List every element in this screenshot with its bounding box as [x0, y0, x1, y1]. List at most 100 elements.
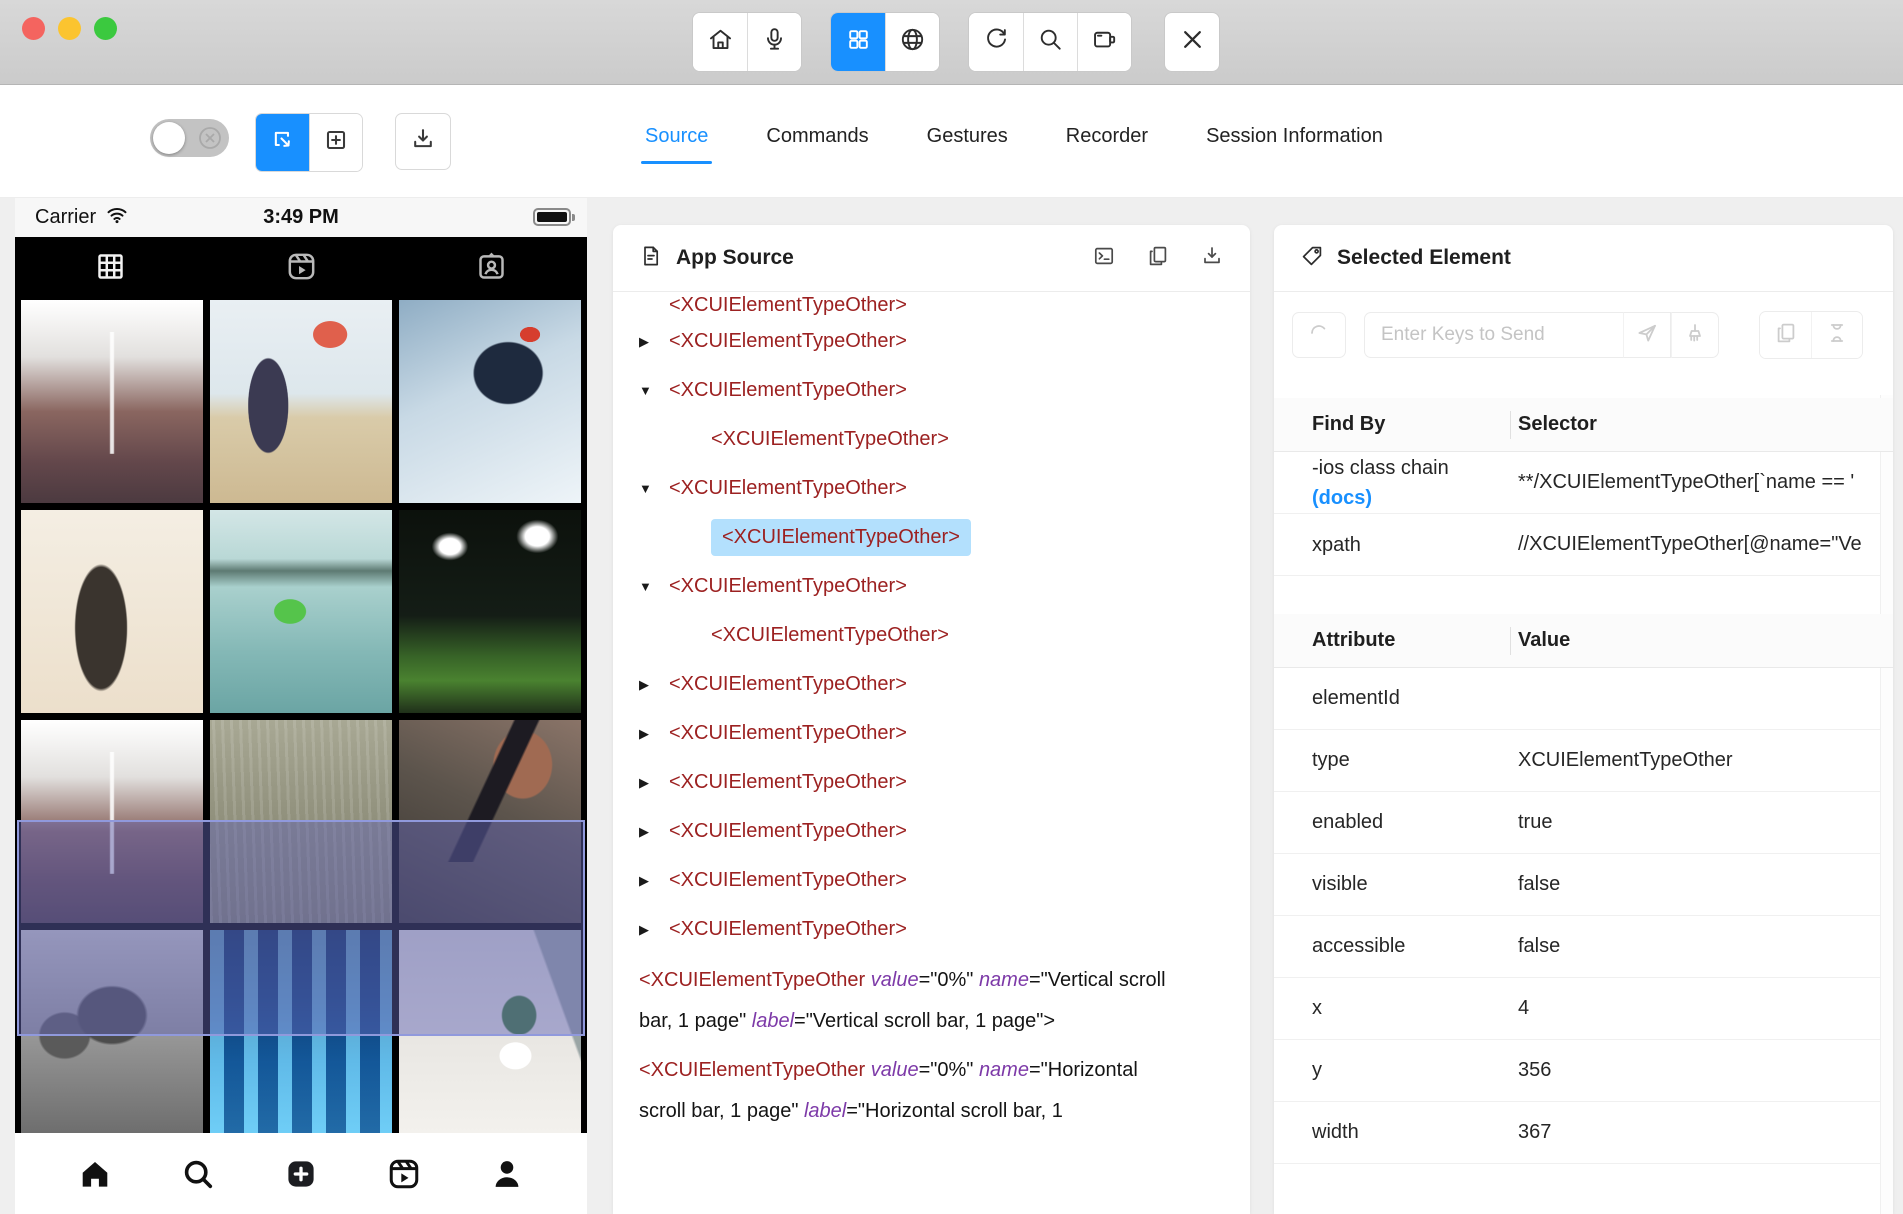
copy-icon[interactable] [1146, 244, 1170, 273]
caret-right-icon[interactable]: ▶ [639, 334, 669, 350]
source-tree-row[interactable]: <XCUIElementTypeOther> [639, 513, 1250, 562]
selected-source-node[interactable]: <XCUIElementTypeOther> [711, 519, 971, 556]
source-node[interactable]: <XCUIElementTypeOther> [669, 869, 907, 892]
caret-right-icon[interactable]: ▶ [639, 726, 669, 742]
photo-outdoor-basketball[interactable] [210, 300, 392, 503]
tap-element-button[interactable] [1292, 312, 1346, 358]
caret-right-icon[interactable]: ▶ [639, 824, 669, 840]
photo-baseball-stadium-night[interactable] [399, 510, 581, 713]
source-tree-row[interactable]: <XCUIElementTypeOther> [639, 415, 1250, 464]
home-button[interactable] [693, 13, 747, 71]
tab-commands[interactable]: Commands [766, 125, 868, 164]
tab-gestures[interactable]: Gestures [927, 125, 1008, 164]
source-node[interactable]: <XCUIElementTypeOther> [669, 477, 907, 500]
source-tree-row[interactable]: <XCUIElementTypeOther> [639, 611, 1250, 660]
nav-new-post-icon[interactable] [281, 1154, 321, 1194]
close-session-button[interactable] [1165, 13, 1219, 71]
source-node[interactable]: <XCUIElementTypeOther> [669, 575, 907, 598]
source-node[interactable]: <XCUIElementTypeOther> [711, 428, 949, 451]
photo-running-track[interactable] [21, 300, 203, 503]
source-tree-row[interactable]: ▼<XCUIElementTypeOther> [639, 366, 1250, 415]
caret-right-icon[interactable]: ▶ [639, 775, 669, 791]
source-node[interactable]: <XCUIElementTypeOther> [711, 624, 949, 647]
photo-server-racks[interactable] [210, 930, 392, 1133]
tab-session-information[interactable]: Session Information [1206, 125, 1383, 164]
photo-basketball-dunk[interactable] [21, 510, 203, 713]
caret-right-icon[interactable]: ▶ [639, 922, 669, 938]
panel-scrollbar[interactable] [1880, 395, 1893, 1214]
tagged-tab[interactable] [396, 237, 587, 300]
terminal-icon[interactable] [1092, 244, 1116, 273]
photo-desk-with-plant[interactable] [399, 930, 581, 1133]
attribute-name-cell: y [1274, 1059, 1510, 1082]
nav-search-icon[interactable] [178, 1154, 218, 1194]
source-node[interactable]: <XCUIElementTypeOther> [669, 820, 907, 843]
source-tree-row[interactable]: ▶<XCUIElementTypeOther> [639, 317, 1250, 366]
globe-button[interactable] [885, 13, 939, 71]
source-node[interactable]: <XCUIElementTypeOther> [669, 379, 907, 402]
tab-source[interactable]: Source [645, 125, 708, 164]
screen-recording-button[interactable] [1077, 13, 1131, 71]
search-button[interactable] [1023, 13, 1077, 71]
device-screenshot[interactable]: Carrier 3:49 PM [15, 198, 587, 1214]
source-tree-row[interactable]: ▶<XCUIElementTypeOther> [639, 709, 1250, 758]
attribute-name-cell: x [1274, 997, 1510, 1020]
photo-grass-closeup[interactable] [210, 720, 392, 923]
source-tree-row[interactable]: ▶<XCUIElementTypeOther> [639, 905, 1250, 954]
source-tree-row[interactable]: ▶<XCUIElementTypeOther> [639, 758, 1250, 807]
photo-barbell-lift[interactable] [399, 720, 581, 923]
close-window-button[interactable] [22, 17, 45, 40]
source-xml-line[interactable]: <XCUIElementTypeOther value="0%" name="V… [639, 960, 1187, 1042]
microphone-icon [761, 26, 788, 58]
clear-button[interactable] [1671, 312, 1719, 358]
source-tree-row[interactable]: ▶<XCUIElementTypeOther> [639, 856, 1250, 905]
nav-reels-icon[interactable] [384, 1154, 424, 1194]
docs-link[interactable]: (docs) [1312, 483, 1510, 513]
source-tree-row[interactable]: ▶<XCUIElementTypeOther> [639, 660, 1250, 709]
select-elements-button[interactable] [256, 114, 309, 171]
send-keys-input[interactable] [1364, 312, 1623, 358]
source-tree: <XCUIElementTypeOther>▶<XCUIElementTypeO… [613, 292, 1250, 1214]
copy-attributes-button[interactable] [1760, 312, 1811, 358]
caret-down-icon[interactable]: ▼ [639, 481, 669, 496]
source-tree-row[interactable]: <XCUIElementTypeOther> [639, 292, 1250, 317]
nav-home-icon[interactable] [75, 1154, 115, 1194]
photo-skier[interactable] [399, 300, 581, 503]
download-source-icon[interactable] [1200, 244, 1224, 273]
selected-element-title: Selected Element [1337, 246, 1511, 270]
refresh-button[interactable] [969, 13, 1023, 71]
send-keys-button[interactable] [1623, 312, 1671, 358]
source-node[interactable]: <XCUIElementTypeOther> [669, 771, 907, 794]
caret-down-icon[interactable]: ▼ [639, 579, 669, 594]
download-screenshot-button[interactable] [395, 113, 451, 170]
wait-button[interactable] [1811, 312, 1862, 358]
source-node[interactable]: <XCUIElementTypeOther> [669, 673, 907, 696]
grid-tab[interactable] [15, 237, 206, 300]
reels-tab[interactable] [206, 237, 397, 300]
swipe-by-coordinates-button[interactable] [309, 114, 362, 171]
caret-right-icon[interactable]: ▶ [639, 677, 669, 693]
source-node[interactable]: <XCUIElementTypeOther> [669, 722, 907, 745]
photo-sprinters-start[interactable] [21, 930, 203, 1133]
caret-right-icon[interactable]: ▶ [639, 873, 669, 889]
microphone-button[interactable] [747, 13, 801, 71]
close-icon [1179, 26, 1206, 58]
nav-profile-icon[interactable] [487, 1154, 527, 1194]
photo-grid [15, 300, 587, 1133]
app-grid-button[interactable] [831, 13, 885, 71]
minimize-window-button[interactable] [58, 17, 81, 40]
source-node[interactable]: <XCUIElementTypeOther> [669, 918, 907, 941]
source-node[interactable]: <XCUIElementTypeOther> [669, 294, 907, 317]
tab-recorder[interactable]: Recorder [1066, 125, 1148, 164]
zoom-window-button[interactable] [94, 17, 117, 40]
source-tree-row[interactable]: ▼<XCUIElementTypeOther> [639, 562, 1250, 611]
source-tree-row[interactable]: ▼<XCUIElementTypeOther> [639, 464, 1250, 513]
caret-down-icon[interactable]: ▼ [639, 383, 669, 398]
photo-open-water-swimmer[interactable] [210, 510, 392, 713]
screen-recording-icon [1091, 26, 1118, 58]
source-tree-row[interactable]: ▶<XCUIElementTypeOther> [639, 807, 1250, 856]
photo-running-track-foggy[interactable] [21, 720, 203, 923]
source-xml-line[interactable]: <XCUIElementTypeOther value="0%" name="H… [639, 1050, 1187, 1132]
source-node[interactable]: <XCUIElementTypeOther> [669, 330, 907, 353]
screenshot-interaction-toggle[interactable] [150, 119, 229, 157]
